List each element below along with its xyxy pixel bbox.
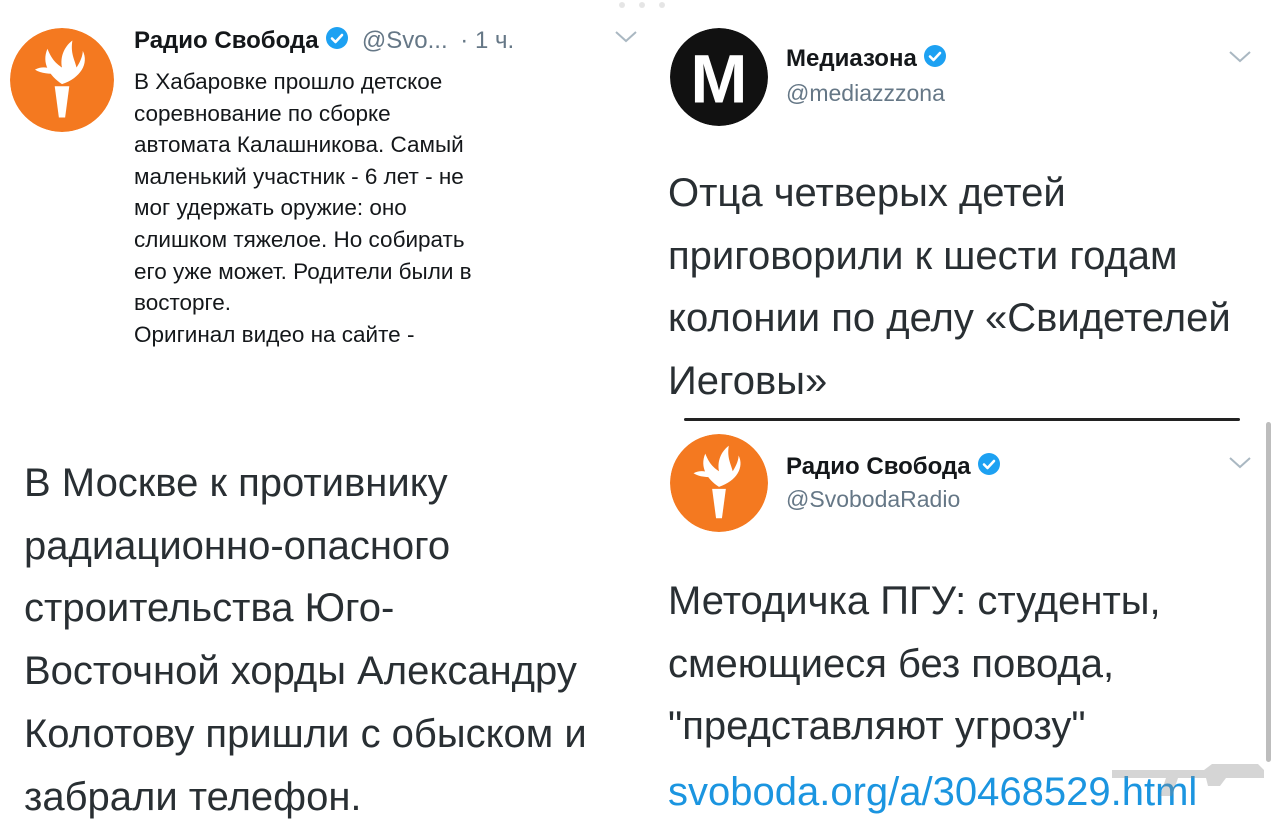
svoboda-avatar[interactable]: [10, 28, 114, 132]
caption-line: забрали телефон.: [24, 774, 362, 819]
tweet-header: Радио Свобода @Svo... · 1 ч.: [134, 26, 514, 57]
tweet-line: колонии по делу «Свидетелей: [668, 296, 1231, 340]
tweet-line: Иеговы»: [668, 358, 828, 403]
tweet-line: Отца четверых детей: [668, 171, 1066, 215]
tweet-line: В Хабаровке прошло детское: [134, 69, 443, 94]
author-name-row: Радио Свобода: [786, 452, 1001, 483]
chevron-down-icon[interactable]: [614, 30, 638, 44]
mediazona-logo-icon: M: [670, 28, 768, 126]
caption-line: радиационно-опасного: [24, 523, 451, 568]
caption-line: Колотову пришли с обыском и: [24, 711, 587, 756]
decorative-dots: [612, 0, 672, 18]
divider: [684, 418, 1240, 421]
torch-logo-icon: [670, 434, 768, 532]
verified-badge-icon: [923, 44, 947, 75]
svg-text:M: M: [690, 40, 747, 117]
tweet-body: В Хабаровке прошло детское соревнование …: [134, 66, 624, 350]
tweet-line: маленький участник - 6 лет - не: [134, 163, 464, 189]
chevron-down-icon[interactable]: [1228, 456, 1252, 470]
tweet-line: "представляют угрозу": [668, 704, 1086, 748]
caption-line: В Москве к противнику: [24, 461, 448, 505]
tweet-body: Отца четверых детей приговорили к шести …: [668, 162, 1268, 412]
mediazona-avatar[interactable]: M: [670, 28, 768, 126]
tweet-line: приговорили к шести годам: [668, 233, 1178, 278]
tweet-line: соревнование по сборке: [134, 100, 391, 126]
author-name-row: Медиазона: [786, 44, 947, 75]
author-handle[interactable]: @mediazzzona: [786, 80, 945, 107]
tweet-line: слишком тяжелое. Но собирать: [134, 226, 465, 252]
tweet-line: автомата Калашникова. Самый: [134, 132, 464, 158]
tweet-time[interactable]: · 1 ч.: [460, 27, 514, 54]
tweet-line: Оригинал видео на сайте -: [134, 321, 415, 347]
caption-text: В Москве к противнику радиационно-опасно…: [24, 452, 636, 828]
chevron-down-icon[interactable]: [1228, 50, 1252, 64]
tweet-line: смеющиеся без повода,: [668, 641, 1115, 686]
tweet-line: мог удержать оружие: оно: [134, 195, 407, 221]
author-handle[interactable]: @SvobodaRadio: [786, 486, 960, 513]
verified-badge-icon: [325, 26, 349, 57]
verified-badge-icon: [977, 452, 1001, 483]
watermark-rifle-icon: [1108, 752, 1268, 807]
tweet-body: Методичка ПГУ: студенты, смеющиеся без п…: [668, 570, 1268, 758]
caption-line: строительства Юго-: [24, 586, 395, 631]
author-name[interactable]: Медиазона: [786, 45, 917, 72]
tweet-line: его уже может. Родители были в: [134, 258, 472, 284]
author-name[interactable]: Радио Свобода: [134, 27, 319, 54]
torch-logo-icon: [10, 28, 114, 132]
tweet-line: Методичка ПГУ: студенты,: [668, 579, 1161, 623]
tweet-line: восторге.: [134, 290, 232, 316]
author-name[interactable]: Радио Свобода: [786, 453, 971, 480]
svoboda-avatar[interactable]: [670, 434, 768, 532]
caption-line: Восточной хорды Александру: [24, 649, 577, 694]
author-handle[interactable]: @Svo...: [362, 27, 448, 54]
